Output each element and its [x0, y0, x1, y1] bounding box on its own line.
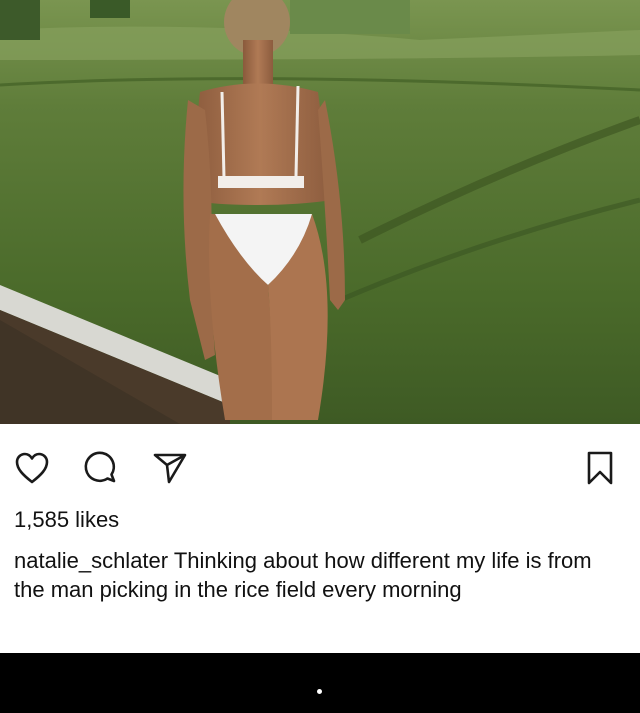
likes-count[interactable]: 1,585 likes [14, 507, 119, 533]
comment-button[interactable] [79, 446, 123, 490]
action-bar [0, 424, 640, 508]
send-icon [153, 453, 187, 484]
share-button[interactable] [148, 446, 192, 490]
bookmark-icon [587, 451, 613, 485]
username-link[interactable]: natalie_schlater [14, 548, 168, 573]
comment-icon [84, 451, 116, 483]
post-caption: natalie_schlater Thinking about how diff… [14, 546, 620, 604]
home-indicator[interactable] [317, 689, 322, 694]
post-photo[interactable] [0, 0, 640, 424]
save-button[interactable] [578, 446, 622, 490]
system-bottom-bar [0, 653, 640, 713]
instagram-post: 1,585 likes natalie_schlater Thinking ab… [0, 0, 640, 713]
rice-field-photo [0, 0, 640, 424]
heart-icon [15, 452, 49, 484]
like-button[interactable] [10, 446, 54, 490]
